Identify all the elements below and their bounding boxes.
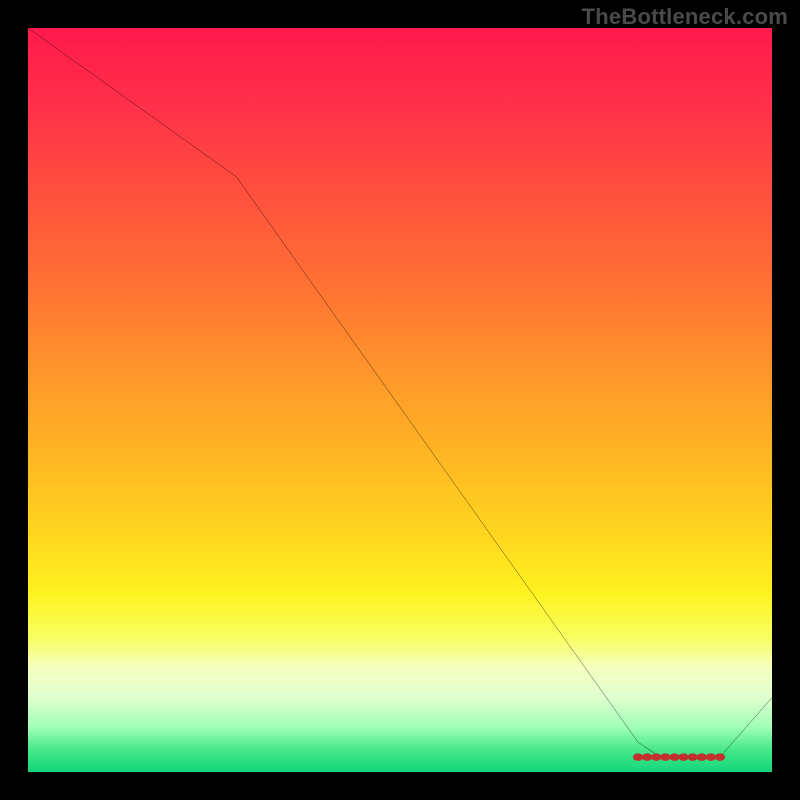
flat-dot bbox=[669, 753, 679, 760]
flat-dot bbox=[697, 753, 707, 760]
chart-frame: TheBottleneck.com bbox=[0, 0, 800, 800]
flat-dot bbox=[687, 753, 697, 760]
flat-dot bbox=[651, 753, 661, 760]
flat-segment-dots bbox=[28, 28, 772, 772]
flat-dot bbox=[642, 753, 652, 760]
flat-dot bbox=[706, 753, 716, 760]
flat-dot bbox=[715, 753, 725, 760]
watermark-text: TheBottleneck.com bbox=[582, 4, 788, 30]
flat-dot bbox=[678, 753, 688, 760]
flat-dot bbox=[633, 753, 643, 760]
plot-area bbox=[28, 28, 772, 772]
flat-dot bbox=[660, 753, 670, 760]
